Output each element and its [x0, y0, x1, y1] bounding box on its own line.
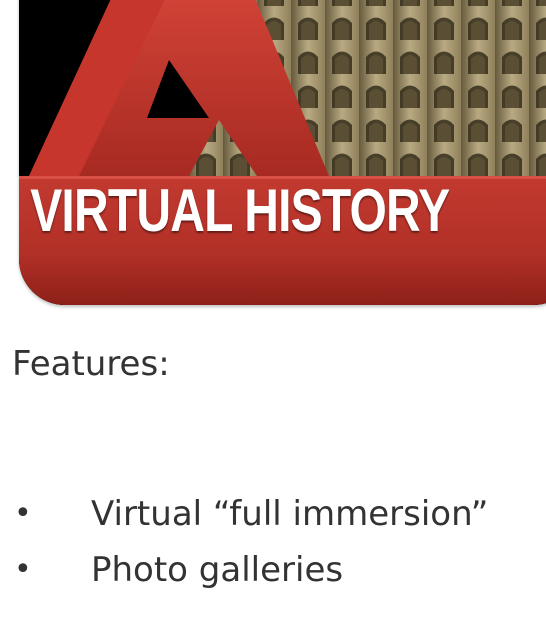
- app-icon-title: VIRTUAL HISTORY: [30, 177, 450, 244]
- feature-text: Virtual “full immersion”: [91, 494, 489, 534]
- app-icon[interactable]: VIRTUAL HISTORY: [19, 0, 546, 305]
- bullet-icon: •: [14, 552, 32, 587]
- features-heading: Features:: [12, 344, 170, 384]
- list-item: • Virtual “full immersion”: [0, 486, 546, 542]
- feature-text: Photo galleries: [91, 550, 344, 590]
- page: VIRTUAL HISTORY Features: • Virtual “ful…: [0, 0, 546, 633]
- colosseum-app-icon: [19, 0, 546, 305]
- feature-list: • Virtual “full immersion” • Photo galle…: [0, 486, 546, 598]
- list-item: • Photo galleries: [0, 542, 546, 598]
- bullet-icon: •: [14, 496, 32, 531]
